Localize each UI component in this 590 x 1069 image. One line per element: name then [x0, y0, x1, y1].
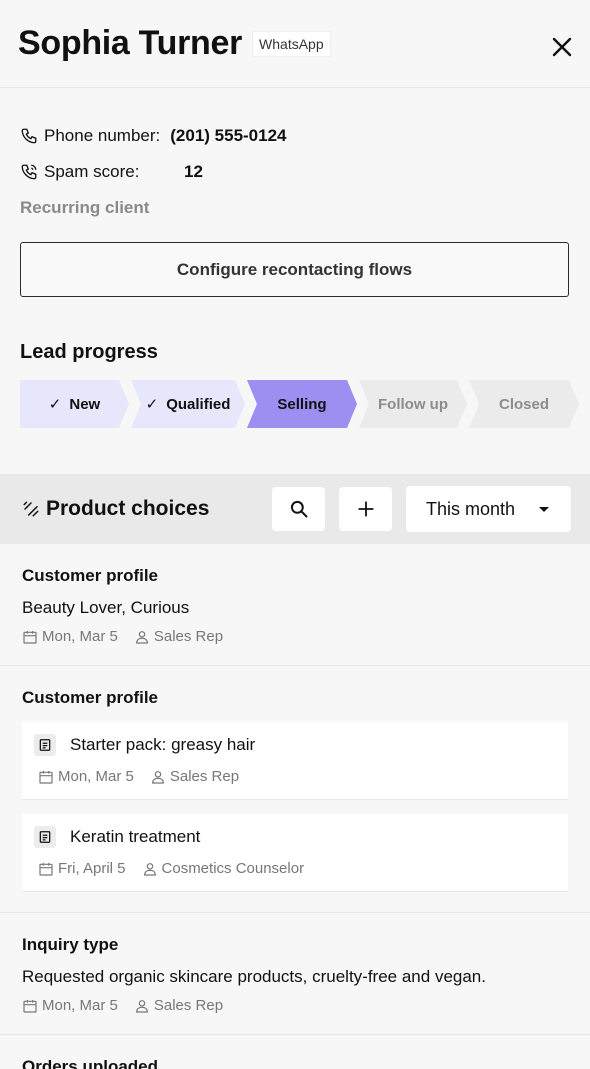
caret-down-icon — [539, 506, 549, 512]
spam-row: Spam score: 12 — [20, 154, 570, 190]
meta-author: Sales Rep — [169, 768, 240, 785]
plus-icon — [357, 500, 375, 518]
card-meta: Mon, Mar 5 Sales Rep — [34, 768, 554, 785]
card-meta: Fri, April 5 Cosmetics Counselor — [34, 860, 554, 877]
meta-author: Sales Rep — [153, 628, 224, 645]
meta-date: Fri, April 5 — [58, 860, 126, 877]
section-title: Customer profile — [22, 566, 159, 585]
step-qualified[interactable]: ✓ Qualified — [131, 380, 245, 428]
document-icon — [34, 734, 56, 756]
step-label: Qualified — [166, 395, 231, 413]
inquiry-type-section: Inquiry type Requested organic skincare … — [0, 913, 590, 1035]
step-label: Follow up — [378, 395, 448, 413]
calendar-icon — [38, 769, 54, 785]
step-new[interactable]: ✓ New — [20, 380, 129, 428]
contact-header: Sophia Turner WhatsApp — [0, 0, 590, 88]
section-title: Inquiry type — [22, 935, 119, 954]
search-icon — [289, 499, 309, 519]
product-card[interactable]: Starter pack: greasy hair Mon, Mar 5 Sal… — [22, 722, 568, 800]
recurring-client-label: Recurring client — [20, 198, 150, 217]
step-closed[interactable]: Closed — [469, 380, 579, 428]
phone-value[interactable]: (201) 555-0124 — [170, 126, 286, 146]
card-title: Keratin treatment — [70, 827, 201, 846]
calendar-icon — [22, 998, 38, 1014]
section-meta: Mon, Mar 5 Sales Rep — [22, 628, 568, 645]
calendar-icon — [22, 629, 38, 645]
check-icon: ✓ — [48, 396, 62, 413]
card-title-row: Starter pack: greasy hair — [34, 734, 554, 756]
card-title: Starter pack: greasy hair — [70, 735, 256, 754]
channel-badge: WhatsApp — [252, 30, 331, 57]
orders-uploaded-section: Orders uploaded — [0, 1035, 590, 1069]
phone-icon — [20, 127, 38, 145]
spam-label: Spam score: — [44, 162, 140, 181]
user-icon — [134, 998, 150, 1014]
meta-date: Mon, Mar 5 — [58, 768, 134, 785]
step-selling[interactable]: Selling — [247, 380, 357, 428]
user-icon — [134, 629, 150, 645]
user-icon — [142, 861, 158, 877]
user-icon — [150, 769, 166, 785]
section-meta: Mon, Mar 5 Sales Rep — [22, 997, 568, 1014]
meta-author: Sales Rep — [153, 997, 224, 1014]
step-label: Selling — [277, 395, 327, 413]
configure-recontacting-button[interactable]: Configure recontacting flows — [20, 242, 569, 297]
section-text: Requested organic skincare products, cru… — [22, 967, 486, 986]
calendar-icon — [38, 861, 54, 877]
period-value: This month — [426, 498, 516, 519]
document-icon — [34, 826, 56, 848]
contact-info: Phone number: (201) 555-0124 Spam score:… — [0, 88, 590, 226]
section-text: Beauty Lover, Curious — [22, 598, 190, 617]
section-title: Orders uploaded — [22, 1057, 159, 1069]
customer-profile-products-section: Customer profile Starter pack: greasy ha… — [0, 666, 590, 913]
meta-date: Mon, Mar 5 — [42, 997, 118, 1014]
lead-progress-steps: ✓ New ✓ Qualified Selling Follow up Clos… — [20, 380, 590, 428]
sparkle-icon — [22, 500, 40, 518]
product-choices-bar: Product choices This month — [0, 474, 590, 544]
meta-date: Mon, Mar 5 — [42, 628, 118, 645]
step-label: Closed — [498, 395, 549, 413]
card-title-row: Keratin treatment — [34, 826, 554, 848]
check-icon: ✓ — [145, 396, 159, 413]
spam-phone-icon — [20, 163, 38, 181]
step-follow-up[interactable]: Follow up — [359, 380, 467, 428]
lead-progress-title: Lead progress — [20, 341, 158, 363]
close-icon[interactable] — [552, 37, 572, 57]
product-card[interactable]: Keratin treatment Fri, April 5 Cosmetics… — [22, 814, 568, 892]
search-button[interactable] — [272, 487, 325, 531]
meta-author: Cosmetics Counselor — [161, 860, 305, 877]
product-choices-title: Product choices — [46, 497, 210, 520]
phone-label: Phone number: — [44, 126, 161, 145]
phone-row: Phone number: (201) 555-0124 — [20, 118, 570, 154]
add-button[interactable] — [339, 487, 392, 531]
spam-value: 12 — [184, 162, 203, 181]
product-choices-heading: Product choices — [22, 497, 272, 521]
period-dropdown[interactable]: This month — [406, 486, 571, 532]
customer-profile-section: Customer profile Beauty Lover, Curious M… — [0, 544, 590, 666]
section-title: Customer profile — [22, 688, 159, 707]
contact-name: Sophia Turner — [18, 24, 243, 62]
step-label: New — [69, 395, 101, 413]
